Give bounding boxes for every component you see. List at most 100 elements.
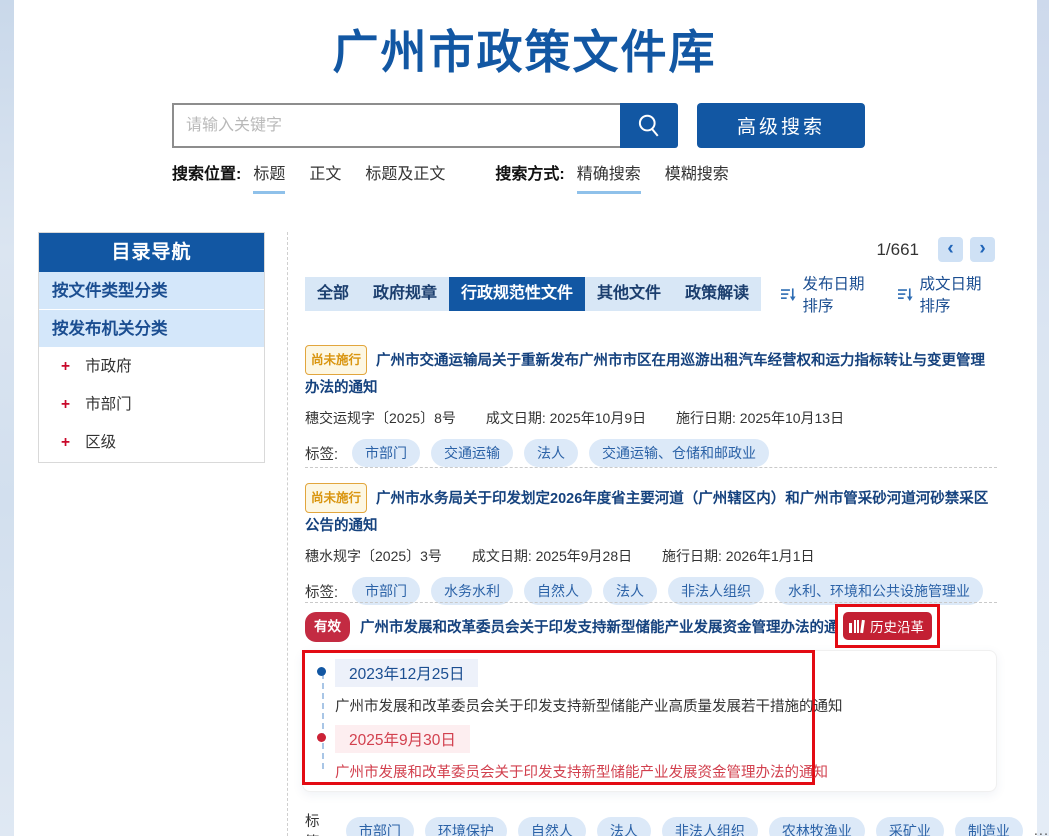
- tag-pill[interactable]: 市部门: [352, 439, 420, 467]
- doc-title-link[interactable]: 尚未施行广州市交通运输局关于重新发布广州市市区在用巡游出租汽车经营权和运力指标转…: [305, 345, 997, 401]
- sort-controls: 发布日期排序 成文日期排序: [761, 277, 995, 311]
- search-position-body[interactable]: 正文: [309, 160, 341, 191]
- sidebar-node-label: 市部门: [85, 396, 132, 413]
- tag-pill[interactable]: 自然人: [524, 577, 592, 605]
- tag-pill[interactable]: 交通运输: [431, 439, 513, 467]
- tag-pill[interactable]: 法人: [597, 817, 651, 836]
- doc-number: 穗交运规字〔2025〕8号: [305, 410, 456, 426]
- tab-gov-regulations[interactable]: 政府规章: [361, 277, 449, 311]
- item-separator: [305, 467, 997, 468]
- sidebar-node-label: 区级: [85, 434, 116, 451]
- advanced-search-button[interactable]: 高级搜索: [697, 103, 865, 148]
- timeline-dot-icon: [317, 667, 326, 676]
- tag-pill[interactable]: 市部门: [352, 577, 420, 605]
- tag-pill[interactable]: 自然人: [518, 817, 586, 836]
- tab-admin-normative-docs[interactable]: 行政规范性文件: [449, 277, 585, 311]
- policy-library-page: 广州市政策文件库 高级搜索 搜索位置: 标题 正文 标题及正文 搜索方式: 精确…: [0, 0, 1049, 836]
- item-separator: [305, 602, 997, 603]
- prev-page-button[interactable]: ‹: [938, 237, 963, 262]
- doc-meta: 穗交运规字〔2025〕8号 成文日期: 2025年10月9日 施行日期: 202…: [305, 408, 997, 428]
- tag-pill[interactable]: 环境保护: [425, 817, 507, 836]
- next-page-button[interactable]: ›: [970, 237, 995, 262]
- tag-pill[interactable]: 非法人组织: [668, 577, 764, 605]
- filter-tabs-row: 全部 政府规章 行政规范性文件 其他文件 政策解读 发布日期排序: [305, 277, 995, 311]
- tag-pill[interactable]: 水务水利: [431, 577, 513, 605]
- history-button[interactable]: 历史沿革: [843, 612, 932, 640]
- search-position-title-body[interactable]: 标题及正文: [365, 160, 445, 191]
- search-input[interactable]: [172, 103, 620, 148]
- doc-title-link[interactable]: 尚未施行广州市水务局关于印发划定2026年度省主要河道（广州辖区内）和广州市管采…: [305, 483, 997, 539]
- effective-date: 施行日期: 2025年10月13日: [676, 410, 844, 426]
- doc-list-item: 尚未施行广州市交通运输局关于重新发布广州市市区在用巡游出租汽车经营权和运力指标转…: [305, 345, 997, 467]
- doc-tags-row: 标签: 市部门 交通运输 法人 交通运输、仓储和邮政业: [305, 439, 997, 467]
- doc-number: 穗水规字〔2025〕3号: [305, 548, 442, 564]
- tag-pill[interactable]: 法人: [603, 577, 657, 605]
- filter-tabs: 全部 政府规章 行政规范性文件 其他文件 政策解读: [305, 277, 761, 311]
- tab-policy-interpretation[interactable]: 政策解读: [673, 277, 761, 311]
- tags-label: 标签:: [305, 581, 338, 602]
- tag-pill[interactable]: 水利、环境和公共设施管理业: [775, 577, 983, 605]
- left-gradient-strip: [0, 0, 14, 836]
- tag-pill[interactable]: 法人: [524, 439, 578, 467]
- search-options-row: 搜索位置: 标题 正文 标题及正文 搜索方式: 精确搜索 模糊搜索: [172, 160, 753, 194]
- tag-pill[interactable]: 制造业: [955, 817, 1023, 836]
- search-bar: 高级搜索: [172, 103, 865, 148]
- tags-overflow-ellipsis: ...: [1034, 823, 1049, 836]
- written-date: 成文日期: 2025年10月9日: [486, 410, 646, 426]
- sort-by-publish-date[interactable]: 发布日期排序: [781, 272, 878, 316]
- timeline-entry: 2023年12月25日 广州市发展和改革委员会关于印发支持新型储能产业高质量发展…: [319, 659, 812, 716]
- search-position-label: 搜索位置:: [172, 160, 241, 184]
- search-mode-fuzzy[interactable]: 模糊搜索: [665, 160, 729, 191]
- sidebar-node-city-dept[interactable]: + 市部门: [39, 386, 264, 424]
- doc-list-item: 有效广州市发展和改革委员会关于印发支持新型储能产业发展资金管理办法的通知: [305, 612, 845, 642]
- sort-label: 成文日期排序: [919, 272, 995, 316]
- timeline-dot-icon: [317, 733, 326, 742]
- tag-pill[interactable]: 采矿业: [876, 817, 944, 836]
- status-badge: 尚未施行: [305, 345, 367, 375]
- plus-icon: +: [61, 434, 70, 451]
- tag-pill[interactable]: 交通运输、仓储和邮政业: [589, 439, 769, 467]
- tag-pill[interactable]: 农林牧渔业: [769, 817, 865, 836]
- search-button[interactable]: [620, 103, 678, 148]
- effective-date: 施行日期: 2026年1月1日: [662, 548, 815, 564]
- sidebar-item-by-agency[interactable]: 按发布机关分类: [39, 310, 264, 348]
- tags-label: 标签:: [305, 810, 332, 836]
- sidebar-node-district[interactable]: + 区级: [39, 424, 264, 462]
- doc-list-item: 尚未施行广州市水务局关于印发划定2026年度省主要河道（广州辖区内）和广州市管采…: [305, 483, 997, 605]
- written-date: 成文日期: 2025年9月28日: [472, 548, 632, 564]
- vertical-divider: [287, 232, 288, 836]
- plus-icon: +: [61, 396, 70, 413]
- page-title: 广州市政策文件库: [0, 16, 1049, 82]
- search-position-title[interactable]: 标题: [253, 160, 285, 194]
- doc-title-text: 广州市水务局关于印发划定2026年度省主要河道（广州辖区内）和广州市管采砂河道河…: [305, 491, 988, 534]
- history-icon: [849, 620, 865, 633]
- search-mode-label: 搜索方式:: [495, 160, 564, 184]
- doc-title-link[interactable]: 有效广州市发展和改革委员会关于印发支持新型储能产业发展资金管理办法的通知: [305, 612, 845, 642]
- timeline-entry: 2025年9月30日 广州市发展和改革委员会关于印发支持新型储能产业发展资金管理…: [319, 725, 812, 782]
- sort-label: 发布日期排序: [803, 272, 879, 316]
- sidebar-item-by-doc-type[interactable]: 按文件类型分类: [39, 272, 264, 310]
- timeline-doc-link[interactable]: 广州市发展和改革委员会关于印发支持新型储能产业高质量发展若干措施的通知: [335, 695, 812, 716]
- timeline-date: 2023年12月25日: [335, 659, 478, 687]
- tab-all[interactable]: 全部: [305, 277, 361, 311]
- pagination: 1/661 ‹ ›: [305, 237, 995, 262]
- timeline-date: 2025年9月30日: [335, 725, 470, 753]
- right-gradient-strip: [1037, 0, 1049, 836]
- history-annotation-box: 历史沿革: [835, 604, 940, 648]
- doc-title-text: 广州市发展和改革委员会关于印发支持新型储能产业发展资金管理办法的通知: [360, 620, 853, 636]
- history-timeline-annotation-box: 2023年12月25日 广州市发展和改革委员会关于印发支持新型储能产业高质量发展…: [302, 650, 815, 785]
- tag-pill[interactable]: 市部门: [346, 817, 414, 836]
- doc-title-text: 广州市交通运输局关于重新发布广州市市区在用巡游出租汽车经营权和运力指标转让与变更…: [305, 353, 985, 396]
- timeline-doc-link[interactable]: 广州市发展和改革委员会关于印发支持新型储能产业发展资金管理办法的通知: [335, 761, 812, 782]
- sort-by-written-date[interactable]: 成文日期排序: [898, 272, 995, 316]
- status-badge: 有效: [305, 612, 350, 642]
- sidebar-header: 目录导航: [39, 233, 264, 272]
- tag-pill[interactable]: 非法人组织: [662, 817, 758, 836]
- search-mode-exact[interactable]: 精确搜索: [577, 160, 641, 194]
- status-badge: 尚未施行: [305, 483, 367, 513]
- chevron-right-icon: ›: [979, 237, 985, 260]
- plus-icon: +: [61, 358, 70, 375]
- catalog-sidebar: 目录导航 按文件类型分类 按发布机关分类 +市政府 + 市部门 + 区级: [38, 232, 265, 463]
- sidebar-node-city-gov[interactable]: +市政府: [39, 348, 264, 386]
- tab-other-docs[interactable]: 其他文件: [585, 277, 673, 311]
